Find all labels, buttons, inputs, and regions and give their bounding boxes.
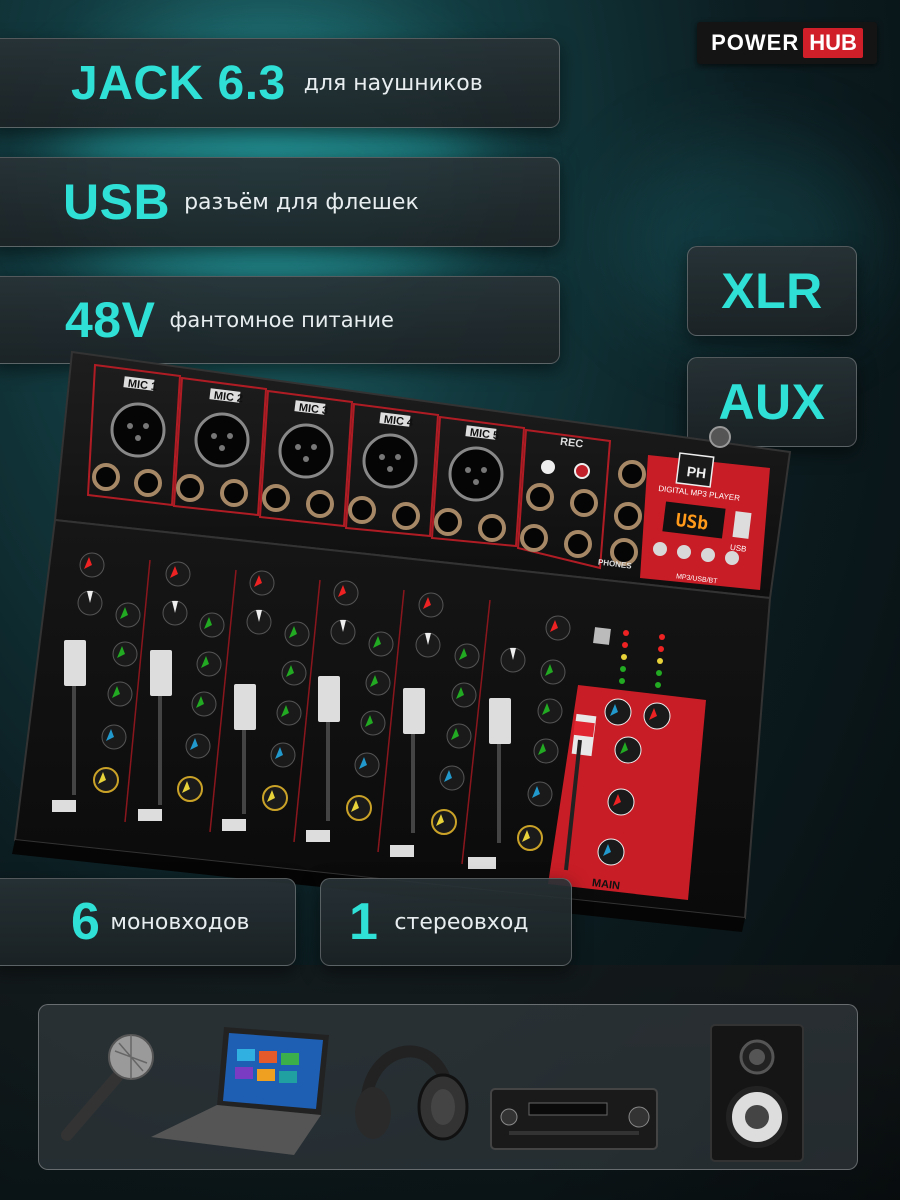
ph-logo-text: PH — [686, 463, 707, 481]
laptop-icon — [151, 1027, 329, 1155]
ch1-label: MIC 1 — [127, 378, 158, 393]
feature-card-jack: JACK 6.3 для наушников — [0, 38, 560, 128]
feature-card-mono: 6 моновходов — [0, 878, 296, 966]
rec-label: REC — [559, 436, 584, 451]
ch5-label: MIC 5 — [469, 427, 500, 442]
microphone-icon — [61, 1034, 154, 1141]
feature-xlr-title: XLR — [721, 263, 823, 319]
player-display: USb — [675, 510, 710, 535]
compatible-devices-panel — [38, 1004, 858, 1170]
ch4-label: MIC 4 — [383, 414, 414, 430]
player-title: DIGITAL MP3 PLAYER — [658, 484, 741, 503]
brand-hub: HUB — [803, 28, 863, 58]
ch2-label: MIC 2 — [213, 390, 244, 405]
ch3-label: MIC 3 — [298, 402, 329, 417]
feature-jack-desc: для наушников — [303, 70, 483, 96]
headphones-icon — [355, 1045, 469, 1141]
feature-phantom-title: 48V — [65, 292, 156, 348]
main-label: MAIN — [591, 877, 620, 892]
feature-usb-title: USB — [63, 174, 171, 230]
feature-phantom-desc: фантомное питание — [169, 308, 394, 332]
feature-card-phantom: 48V фантомное питание — [0, 276, 560, 364]
feature-card-xlr: XLR — [687, 246, 857, 336]
feature-card-aux: AUX — [687, 357, 857, 447]
feature-card-stereo: 1 стереовход — [320, 878, 572, 966]
phones-label: PHONES — [597, 558, 632, 571]
feature-card-usb: USB разъём для флешек — [0, 157, 560, 247]
brand-power: POWER — [711, 30, 800, 55]
feature-stereo-desc: стереовход — [394, 909, 529, 935]
feature-stereo-number: 1 — [349, 893, 379, 951]
feature-mono-desc: моновходов — [110, 909, 250, 935]
receiver-icon — [490, 1088, 658, 1150]
feature-usb-desc: разъём для флешек — [184, 189, 419, 215]
brand-logo: POWER HUB — [697, 22, 877, 64]
feature-mono-number: 6 — [71, 893, 101, 951]
usb-port-label: USB — [729, 543, 746, 554]
feature-aux-title: AUX — [718, 374, 826, 430]
feature-jack-title: JACK 6.3 — [71, 56, 286, 110]
player-sub: MP3/USB/BT — [676, 573, 719, 585]
speaker-icon — [710, 1024, 804, 1162]
